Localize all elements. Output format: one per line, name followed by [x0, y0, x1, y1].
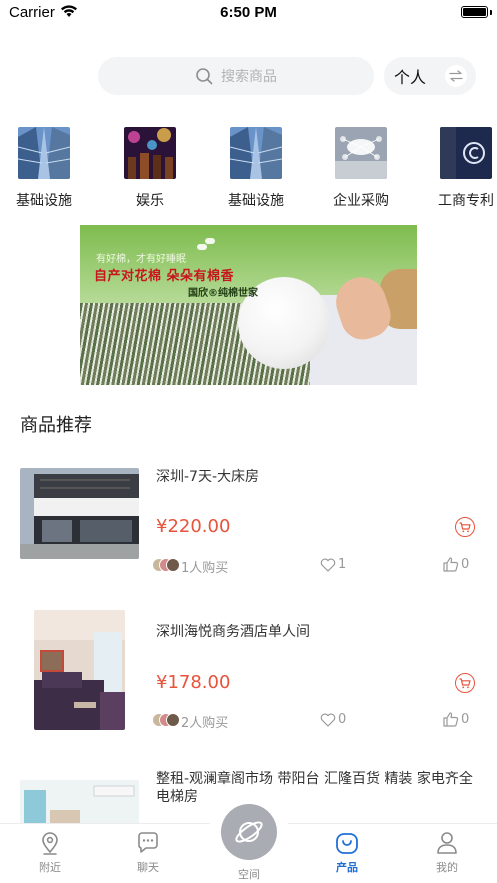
- product-card[interactable]: 深圳-7天-大床房 ¥220.00 1人购买 1 0: [0, 466, 497, 576]
- heart-icon: [320, 558, 336, 572]
- tab-nearby[interactable]: 附近: [10, 830, 90, 875]
- category-row: 基础设施 娱乐 基础设施 企业采购 工商专利: [0, 127, 497, 212]
- space-button-circle: [221, 804, 277, 860]
- add-to-cart-button[interactable]: [455, 517, 475, 537]
- tab-label: 附近: [39, 861, 61, 874]
- like-button[interactable]: 0: [320, 712, 346, 727]
- buyer-count: 1人购买: [181, 561, 229, 576]
- buyer-avatars: [152, 558, 182, 574]
- category-item[interactable]: 企业采购: [311, 127, 411, 210]
- product-title: 整租-观澜章阁市场 带阳台 汇隆百货 精装 家电齐全 电梯房: [156, 771, 473, 805]
- clock: 6:50 PM: [220, 4, 277, 21]
- cart-icon: [459, 677, 471, 688]
- chat-bubble-icon: [138, 832, 158, 853]
- search-icon: [196, 68, 213, 85]
- category-label: 基础设施: [228, 193, 284, 209]
- like-button[interactable]: 1: [320, 557, 346, 572]
- battery-tip: [490, 10, 492, 15]
- category-item[interactable]: 工商专利: [416, 127, 497, 210]
- buyer-count: 2人购买: [181, 716, 229, 731]
- banner-slogan: 自产对花棉 朵朵有棉香: [94, 269, 235, 284]
- search-placeholder: 搜索商品: [221, 69, 277, 85]
- hotel-exterior-photo: [20, 468, 139, 559]
- like-count: 0: [338, 712, 347, 727]
- swap-icon: [445, 65, 467, 87]
- tab-label: 产品: [336, 861, 358, 874]
- category-label: 娱乐: [136, 193, 164, 209]
- category-label: 企业采购: [333, 193, 389, 209]
- apartment-photo: [20, 780, 139, 823]
- product-meta: 1人购买 1 0: [152, 557, 482, 576]
- concert-thumbnail: [124, 127, 176, 179]
- category-item[interactable]: 娱乐: [100, 127, 200, 210]
- battery-icon: [461, 6, 488, 18]
- tab-space[interactable]: [209, 792, 289, 872]
- cloud-network-thumbnail: [335, 127, 387, 179]
- banner-brand: 国欣®纯棉世家: [188, 288, 258, 299]
- category-label: 基础设施: [16, 193, 72, 209]
- planet-icon: [235, 821, 263, 843]
- status-bar: Carrier 6:50 PM: [0, 0, 497, 28]
- section-title: 商品推荐: [20, 415, 92, 436]
- promo-banner[interactable]: 有好棉，才有好睡眠 自产对花棉 朵朵有棉香 国欣®纯棉世家: [80, 225, 417, 385]
- product-price: ¥220.00: [156, 516, 231, 537]
- tab-chat[interactable]: 聊天: [108, 830, 188, 875]
- product-card[interactable]: 深圳海悦商务酒店单人间 ¥178.00 2人购买 0 0: [0, 610, 497, 735]
- cart-icon: [459, 521, 471, 532]
- thumbs-up-button[interactable]: 0: [443, 712, 469, 727]
- tab-label: 我的: [436, 861, 458, 874]
- category-item[interactable]: 基础设施: [206, 127, 306, 210]
- tab-products[interactable]: 产品: [307, 830, 387, 875]
- tab-label: 空间: [238, 868, 260, 881]
- hotel-room-photo: [34, 610, 125, 730]
- thumbs-up-icon: [443, 557, 459, 572]
- tab-me[interactable]: 我的: [407, 830, 487, 875]
- product-price: ¥178.00: [156, 672, 231, 693]
- thumbs-up-button[interactable]: 0: [443, 557, 469, 572]
- banner-tagline: 有好棉，才有好睡眠: [96, 254, 186, 265]
- buyer-avatars: [152, 713, 182, 729]
- category-label: 工商专利: [438, 193, 494, 209]
- product-title: 深圳海悦商务酒店单人间: [156, 624, 310, 640]
- personal-switch-button[interactable]: 个人: [384, 57, 476, 95]
- avatar: [166, 713, 180, 727]
- location-pin-icon: [42, 832, 58, 855]
- banner-bubble: [205, 238, 215, 244]
- heart-icon: [320, 713, 336, 727]
- person-icon: [437, 832, 457, 854]
- add-to-cart-button[interactable]: [455, 673, 475, 693]
- thumbs-count: 0: [461, 557, 470, 572]
- thumbs-count: 0: [461, 712, 470, 727]
- search-bar[interactable]: 搜索商品: [98, 57, 374, 95]
- copyright-thumbnail: [440, 127, 492, 179]
- tab-label: 聊天: [137, 861, 159, 874]
- avatar: [166, 558, 180, 572]
- skyscraper-thumbnail: [18, 127, 70, 179]
- banner-bubble: [197, 244, 207, 250]
- category-item[interactable]: 基础设施: [0, 127, 94, 210]
- product-meta: 2人购买 0 0: [152, 712, 482, 731]
- thumbs-up-icon: [443, 712, 459, 727]
- bag-icon: [336, 833, 358, 854]
- like-count: 1: [338, 557, 347, 572]
- personal-label: 个人: [394, 68, 427, 87]
- skyscraper-thumbnail: [230, 127, 282, 179]
- product-title: 深圳-7天-大床房: [156, 469, 260, 485]
